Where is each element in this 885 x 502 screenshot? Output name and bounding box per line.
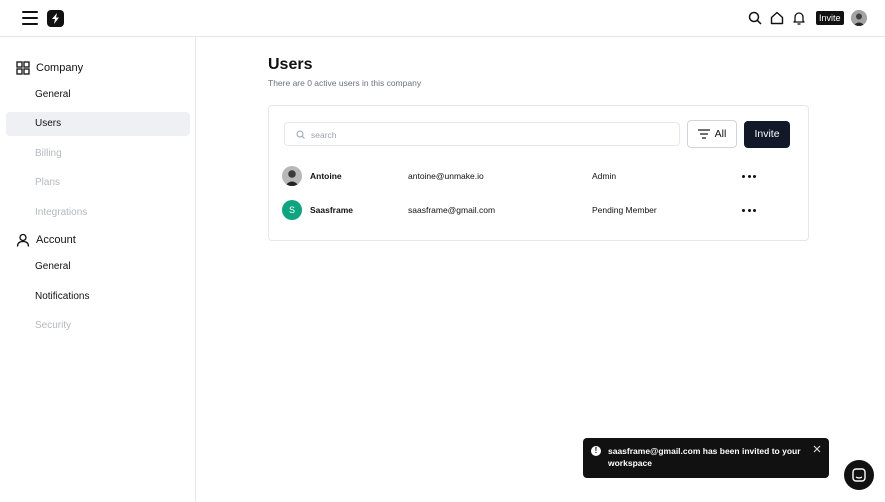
filter-button[interactable]: All [687,120,737,148]
sidebar-section-label: Company [36,62,84,74]
toast-notification: ! saasframe@gmail.com has been invited t… [583,438,829,478]
bell-icon[interactable] [792,11,806,25]
search-icon [296,130,305,139]
sidebar-item-plans: Plans [35,177,61,188]
chat-icon [852,468,866,482]
user-email: saasframe@gmail.com [408,205,496,215]
alert-icon: ! [591,446,601,456]
avatar: S [282,200,302,220]
app-logo[interactable] [47,10,64,27]
users-card: All Invite Antoine antoine@unmake.io Adm… [268,105,809,241]
toast-message: saasframe@gmail.com has been invited to … [608,446,801,468]
sidebar-item-notifications[interactable]: Notifications [6,285,190,309]
page-subtitle: There are 0 active users in this company [268,78,422,88]
menu-icon[interactable] [22,11,38,25]
user-email: antoine@unmake.io [408,171,484,181]
close-icon[interactable] [813,445,821,453]
sidebar-item-users[interactable]: Users [6,112,190,136]
invite-chip[interactable]: Invite [816,11,844,25]
more-options-icon[interactable] [742,171,756,181]
sidebar-item-account-general[interactable]: General [6,255,190,279]
search-icon[interactable] [748,11,762,25]
avatar [282,166,302,186]
sidebar-item-integrations: Integrations [35,207,88,218]
sidebar-item-billing: Billing [35,148,62,159]
search-input[interactable] [311,126,671,143]
user-name: Saasframe [310,205,354,215]
avatar[interactable] [851,10,867,26]
home-icon[interactable] [770,11,784,25]
more-options-icon[interactable] [742,205,756,215]
page-title: Users [268,56,313,73]
search-field[interactable] [284,122,680,146]
sidebar-section-account: Account [16,231,76,249]
sidebar-section-company: Company [16,59,83,77]
user-role: Admin [592,171,617,181]
filter-icon [697,129,710,139]
top-bar: Invite [0,0,885,37]
grid-icon [16,61,30,75]
sidebar-item-general[interactable]: General [6,83,190,107]
invite-button[interactable]: Invite [744,121,790,148]
table-row[interactable]: S Saasframe saasframe@gmail.com Pending … [282,200,802,222]
user-role: Pending Member [592,205,657,215]
user-name: Antoine [310,171,342,181]
filter-label: All [714,128,727,140]
table-row[interactable]: Antoine antoine@unmake.io Admin [282,166,802,188]
sidebar-section-label: Account [36,234,76,246]
user-icon [16,233,30,247]
sidebar-item-security: Security [35,320,72,331]
chat-launcher-button[interactable] [844,460,874,490]
